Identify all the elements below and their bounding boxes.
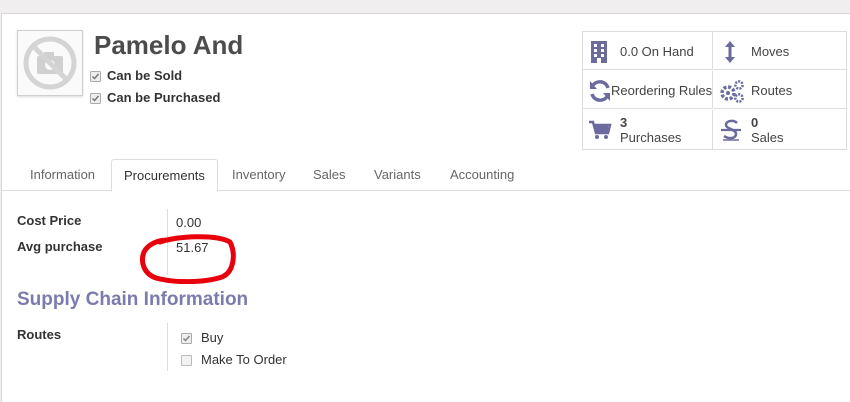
can-be-sold-label: Can be Sold	[107, 68, 183, 83]
product-image[interactable]	[17, 30, 83, 96]
route-buy-checkbox[interactable]	[181, 332, 192, 347]
route-buy-label: Buy	[201, 330, 224, 345]
route-make-to-order-checkbox[interactable]	[181, 354, 192, 369]
no-image-camera-icon	[23, 36, 77, 90]
product-name[interactable]: Pamelo And	[94, 30, 243, 61]
warehouse-icon	[588, 40, 612, 63]
on-hand-label: 0.0 On Hand	[620, 44, 694, 59]
tab-sales[interactable]: Sales	[301, 159, 358, 190]
sales-text: 0 Sales	[751, 115, 784, 145]
sales-label: Sales	[751, 130, 784, 145]
sales-count: 0	[751, 115, 759, 130]
cost-price-label: Cost Price	[17, 213, 82, 228]
stat-buttons: 0.0 On Hand Moves Reordering Rules Route…	[582, 31, 847, 150]
purchases-label: Purchases	[620, 130, 682, 145]
routes-label: Routes	[751, 83, 793, 98]
arrows-vertical-icon	[719, 40, 743, 63]
tab-procurements[interactable]: Procurements	[111, 159, 218, 192]
reordering-rules-button[interactable]: Reordering Rules	[583, 71, 713, 109]
form-sheet: Pamelo And Can be Sold Can be Purchased …	[1, 13, 850, 402]
cogs-icon	[719, 79, 744, 103]
red-annotation-circle	[140, 234, 236, 284]
can-be-sold-checkbox[interactable]	[90, 70, 101, 85]
avg-purchase-label: Avg purchase	[17, 239, 103, 254]
cost-price-value[interactable]: 0.00	[176, 215, 201, 230]
on-hand-button[interactable]: 0.0 On Hand	[583, 32, 713, 70]
moves-button[interactable]: Moves	[714, 32, 846, 70]
reordering-rules-label: Reordering Rules	[611, 83, 713, 98]
tab-information[interactable]: Information	[18, 159, 107, 190]
refresh-icon	[588, 79, 612, 102]
routes-button[interactable]: Routes	[714, 71, 846, 109]
route-buy: Buy	[181, 330, 223, 347]
can-be-purchased-label: Can be Purchased	[107, 90, 221, 105]
cart-icon	[588, 118, 612, 140]
tab-accounting[interactable]: Accounting	[438, 159, 526, 190]
routes-separator	[167, 323, 168, 371]
purchases-text: 3 Purchases	[620, 115, 681, 145]
tab-inventory[interactable]: Inventory	[220, 159, 297, 190]
route-make-to-order: Make To Order	[181, 352, 287, 369]
can-be-purchased-checkbox[interactable]	[90, 92, 101, 107]
purchases-button[interactable]: 3 Purchases	[583, 110, 713, 149]
supply-chain-heading: Supply Chain Information	[17, 289, 249, 310]
routes-field-label: Routes	[17, 327, 62, 342]
tab-variants[interactable]: Variants	[362, 159, 433, 190]
moves-label: Moves	[751, 44, 790, 59]
strikethrough-dollar-icon	[719, 118, 743, 141]
sales-button[interactable]: 0 Sales	[714, 110, 846, 149]
route-make-to-order-label: Make To Order	[201, 352, 287, 367]
can-be-purchased-row: Can be Purchased	[90, 90, 220, 107]
purchases-count: 3	[620, 115, 628, 130]
can-be-sold-row: Can be Sold	[90, 68, 182, 85]
